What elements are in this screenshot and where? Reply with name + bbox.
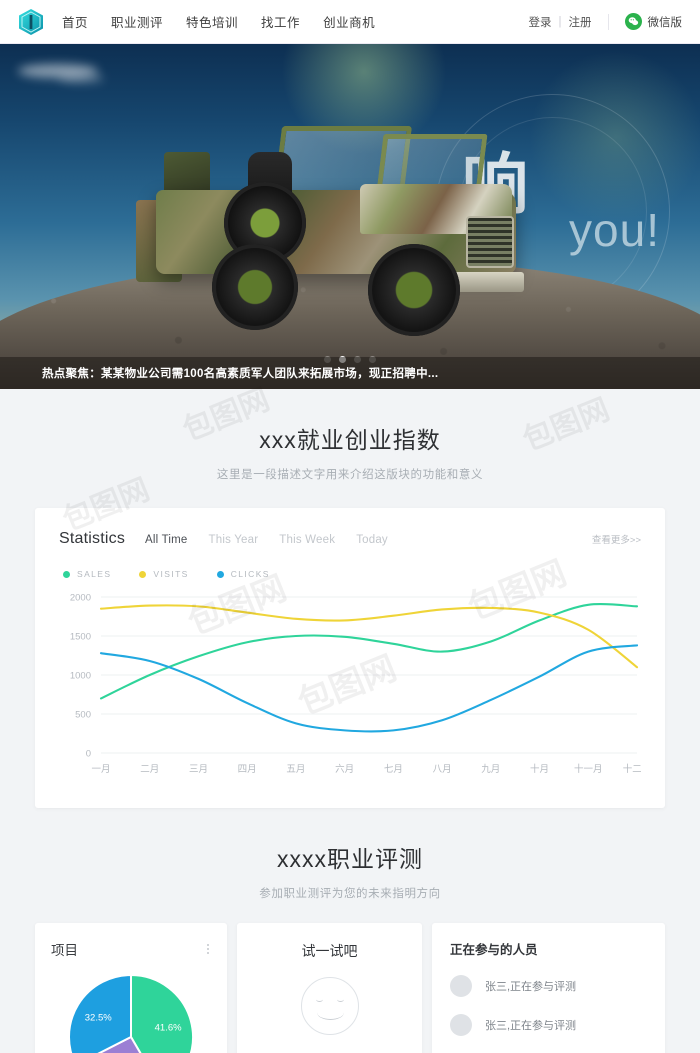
- hexagon-logo-icon[interactable]: [18, 8, 44, 36]
- wechat-label: 微信版: [647, 16, 683, 29]
- svg-text:0: 0: [86, 749, 91, 760]
- page-root: 首页 职业测评 特色培训 找工作 创业商机 登录 | 注册 微信版 you! 热…: [0, 0, 700, 1053]
- nav-link-home[interactable]: 首页: [62, 12, 88, 31]
- statistics-header: Statistics All Time This Year This Week …: [59, 530, 641, 548]
- legend-item-sales[interactable]: SALES: [63, 569, 111, 579]
- tab-all-time[interactable]: All Time: [145, 534, 188, 546]
- login-link[interactable]: 登录: [529, 14, 552, 30]
- nav-links: 首页 职业测评 特色培训 找工作 创业商机: [62, 12, 375, 31]
- nav-link-training[interactable]: 特色培训: [186, 12, 238, 31]
- legend-item-clicks[interactable]: CLICKS: [216, 569, 270, 579]
- svg-text:九月: 九月: [481, 763, 500, 775]
- legend-dot-clicks: [216, 570, 224, 578]
- svg-text:十一月: 十一月: [574, 763, 603, 775]
- news-ticker-text[interactable]: 热点聚焦：某某物业公司需100名高素质军人团队来拓展市场，现正招聘中...: [42, 365, 438, 381]
- participant-name: 张三,正在参与评测: [485, 981, 577, 993]
- list-item[interactable]: 张三,正在参与评测: [450, 1014, 647, 1036]
- chart-legend: SALES VISITS CLICKS: [59, 569, 641, 579]
- svg-text:2000: 2000: [70, 593, 91, 604]
- view-more-link[interactable]: 查看更多>>: [592, 532, 641, 546]
- section-one-subtitle: 这里是一段描述文字用来介绍这版块的功能和意义: [216, 469, 484, 481]
- participants-title: 正在参与的人员: [450, 943, 538, 957]
- cloud-decoration: [58, 74, 104, 83]
- legend-label-visits: VISITS: [153, 569, 189, 579]
- nav-link-assessment[interactable]: 职业测评: [111, 12, 163, 31]
- avatar: [450, 1014, 472, 1036]
- section-one-header: xxx就业创业指数 这里是一段描述文字用来介绍这版块的功能和意义: [0, 389, 700, 482]
- auth-separator: |: [558, 15, 562, 28]
- nav-right-group: 登录 | 注册 微信版: [529, 13, 683, 30]
- hero-overlay-tagline: you!: [569, 204, 660, 256]
- avatar: [450, 975, 472, 997]
- line-chart: 0 500 1000 1500 2000 一月 二月 三月 四月 五月 六月 七月 八月 九月 十月 十一月 十…: [59, 589, 641, 779]
- pie-card-header: 项目: [51, 939, 211, 959]
- wechat-version-button[interactable]: 微信版: [609, 13, 683, 30]
- legend-dot-visits: [139, 570, 147, 578]
- section-two-subtitle: 参加职业测评为您的未来指明方向: [259, 888, 441, 900]
- legend-label-sales: SALES: [77, 569, 112, 579]
- svg-text:四月: 四月: [238, 764, 257, 775]
- bottom-cards-row: 项目 41.6%25.9%32.5% 试一试吧 已有30002人评测过 开始评测…: [35, 923, 665, 1053]
- section-two-title: xxxx职业评测: [277, 846, 423, 872]
- svg-text:1500: 1500: [70, 632, 91, 643]
- pie-chart: 41.6%25.9%32.5%: [51, 971, 211, 1053]
- svg-text:一月: 一月: [91, 764, 110, 775]
- pie-card-title: 项目: [51, 943, 78, 958]
- statistics-card: Statistics All Time This Year This Week …: [35, 508, 665, 808]
- svg-text:1000: 1000: [70, 671, 91, 682]
- news-ticker-bar: 热点聚焦：某某物业公司需100名高素质军人团队来拓展市场，现正招聘中...: [0, 357, 700, 389]
- legend-item-visits[interactable]: VISITS: [139, 569, 188, 579]
- auth-group: 登录 | 注册: [529, 13, 609, 30]
- svg-text:二月: 二月: [140, 764, 159, 775]
- statistics-title: Statistics: [59, 530, 126, 547]
- tab-this-week[interactable]: This Week: [279, 534, 335, 546]
- section-one-title: xxx就业创业指数: [259, 427, 441, 453]
- kebab-menu-icon[interactable]: [205, 942, 211, 956]
- top-navbar: 首页 职业测评 特色培训 找工作 创业商机 登录 | 注册 微信版: [0, 0, 700, 44]
- svg-text:41.6%: 41.6%: [155, 1022, 182, 1033]
- legend-dot-sales: [63, 570, 70, 578]
- register-link[interactable]: 注册: [569, 14, 592, 30]
- try-card-title: 试一试吧: [301, 943, 358, 959]
- participant-name: 张三,正在参与评测: [485, 1020, 577, 1032]
- nav-link-business[interactable]: 创业商机: [323, 12, 375, 31]
- tab-today[interactable]: Today: [356, 534, 388, 546]
- list-item[interactable]: 张三,正在参与评测: [450, 975, 647, 997]
- svg-text:32.5%: 32.5%: [85, 1012, 112, 1023]
- legend-label-clicks: CLICKS: [230, 569, 270, 579]
- military-jeep-image: [128, 104, 548, 339]
- svg-text:五月: 五月: [286, 764, 305, 775]
- svg-text:八月: 八月: [433, 764, 452, 775]
- section-two-header: xxxx职业评测 参加职业测评为您的未来指明方向: [0, 808, 700, 901]
- project-pie-card: 项目 41.6%25.9%32.5%: [35, 923, 227, 1053]
- svg-text:500: 500: [75, 710, 91, 721]
- svg-text:十二月: 十二月: [623, 763, 641, 775]
- try-assessment-card: 试一试吧 已有30002人评测过 开始评测: [237, 923, 422, 1053]
- svg-text:六月: 六月: [335, 763, 354, 775]
- svg-text:七月: 七月: [384, 764, 403, 775]
- nav-link-jobs[interactable]: 找工作: [261, 12, 300, 31]
- svg-text:十月: 十月: [530, 763, 549, 775]
- statistics-tabs: All Time This Year This Week Today: [145, 534, 388, 546]
- tab-this-year[interactable]: This Year: [209, 534, 259, 546]
- smiley-face-icon: [300, 977, 359, 1035]
- hero-banner: 响 you! 热点聚焦：某某物业公司需100名高素质军人团队来拓展市场，现正招聘…: [0, 44, 700, 389]
- participants-card: 正在参与的人员 张三,正在参与评测 张三,正在参与评测 张三,正在参与评测: [432, 923, 665, 1053]
- wechat-icon: [624, 13, 642, 30]
- svg-text:三月: 三月: [189, 764, 208, 775]
